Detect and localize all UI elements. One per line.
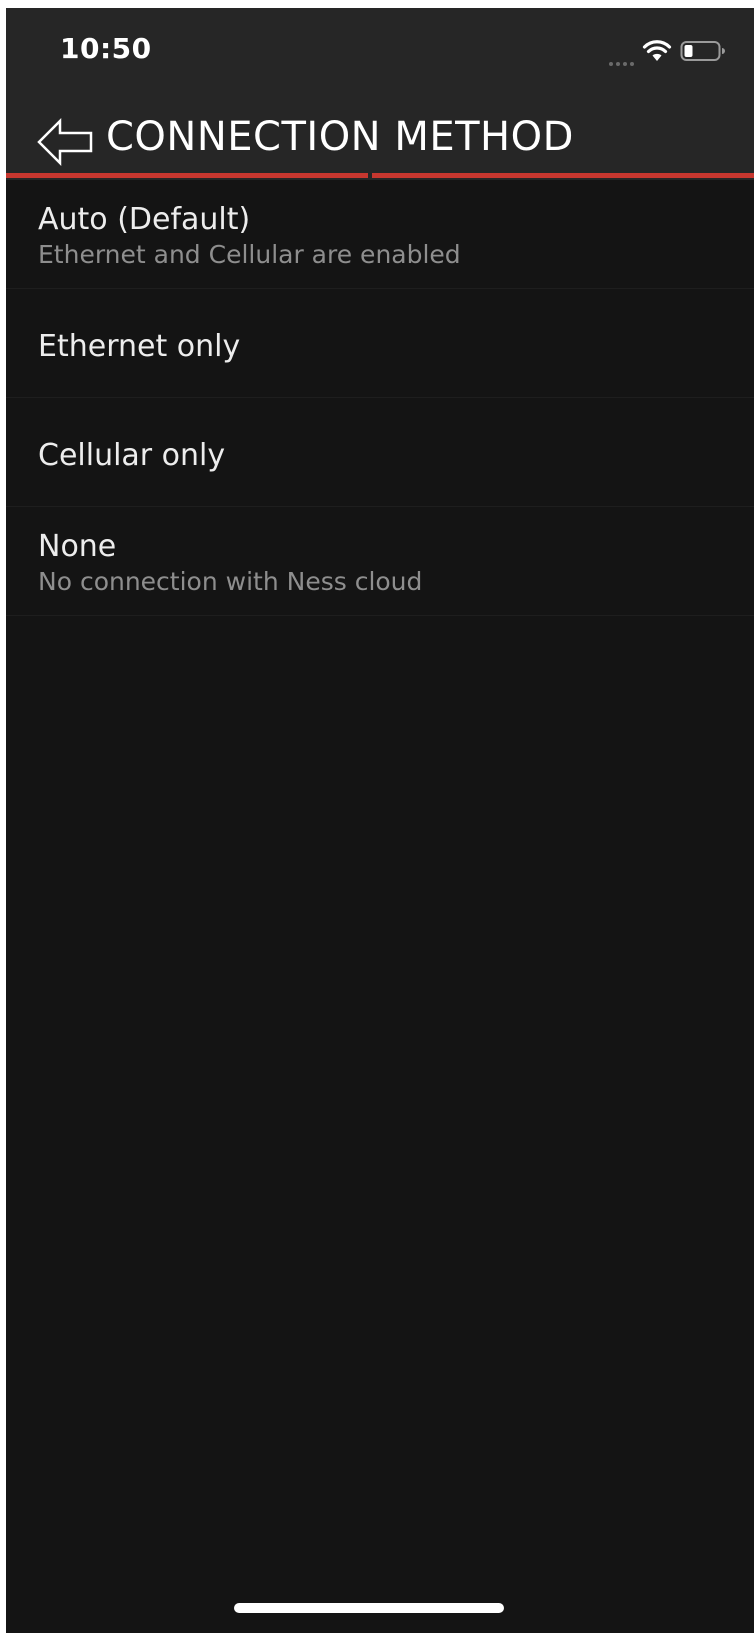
back-button[interactable]	[36, 116, 96, 168]
option-title: Auto (Default)	[38, 202, 251, 237]
option-auto[interactable]: Auto (Default) Ethernet and Cellular are…	[6, 180, 754, 289]
accent-divider-left	[6, 173, 368, 178]
screen: 10:50 CONNECTION METHOD Auto (Default) E…	[0, 0, 754, 1633]
connection-options-list: Auto (Default) Ethernet and Cellular are…	[6, 180, 754, 616]
wifi-icon	[642, 40, 672, 61]
option-subtitle: Ethernet and Cellular are enabled	[38, 240, 461, 269]
back-arrow-icon	[37, 117, 93, 167]
option-title: Ethernet only	[38, 329, 241, 364]
option-ethernet-only[interactable]: Ethernet only	[6, 289, 754, 398]
page-title: CONNECTION METHOD	[106, 114, 574, 160]
option-title: Cellular only	[38, 438, 226, 473]
header: 10:50 CONNECTION METHOD	[6, 8, 754, 180]
option-subtitle: No connection with Ness cloud	[38, 567, 423, 596]
battery-icon	[680, 41, 725, 61]
status-icons	[609, 38, 726, 66]
option-title: None	[38, 529, 117, 564]
signal-dots-icon	[609, 46, 634, 66]
nav-bar: CONNECTION METHOD	[6, 108, 754, 172]
accent-divider-right	[372, 173, 754, 178]
option-cellular-only[interactable]: Cellular only	[6, 398, 754, 507]
home-indicator[interactable]	[234, 1603, 504, 1613]
status-time: 10:50	[60, 32, 152, 65]
option-none[interactable]: None No connection with Ness cloud	[6, 507, 754, 616]
app-window: 10:50 CONNECTION METHOD Auto (Default) E…	[6, 8, 754, 1633]
